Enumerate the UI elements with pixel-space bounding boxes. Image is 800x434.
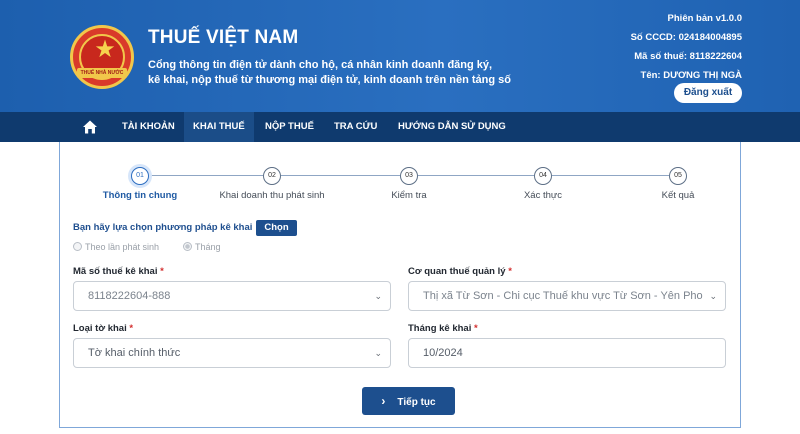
declaration-panel: 01 02 03 04 05 Thông tin chung Khai doan…	[59, 142, 741, 428]
chevron-down-icon: ⌄	[709, 291, 717, 301]
period-label-text: Tháng kê khai	[408, 323, 472, 334]
declaration-type-value: Tờ khai chính thức	[88, 347, 181, 359]
step-1-circle: 01	[131, 167, 149, 185]
nav-item-nop-thue[interactable]: NỘP THUẾ	[256, 112, 323, 142]
site-title: THUẾ VIỆT NAM	[148, 27, 299, 48]
site-description-line-2: kê khai, nộp thuế từ thương mại điện tử,…	[148, 74, 511, 86]
nav-item-huong-dan[interactable]: HƯỚNG DẪN SỬ DỤNG	[389, 112, 515, 142]
cccd-text: Số CCCD: 024184004895	[630, 32, 742, 43]
step-5-label: Kết quả	[661, 190, 695, 201]
authority-value: Thị xã Từ Sơn - Chi cục Thuế khu vực Từ …	[423, 290, 703, 302]
continue-button[interactable]: › Tiếp tục	[362, 387, 455, 415]
required-mark: *	[508, 266, 512, 277]
user-info: Phiên bản v1.0.0 Số CCCD: 024184004895 M…	[631, 9, 742, 85]
authority-select[interactable]: Thị xã Từ Sơn - Chi cục Thuế khu vực Từ …	[408, 281, 726, 311]
declaration-type-label-text: Loại tờ khai	[73, 323, 127, 334]
step-connector	[149, 175, 263, 176]
period-input[interactable]: 10/2024	[408, 338, 726, 368]
radio-dot	[73, 242, 82, 251]
site-description: Cổng thông tin điện tử dành cho hộ, cá n…	[148, 58, 528, 88]
required-mark: *	[129, 323, 134, 334]
tax-code-select[interactable]: 8118222604-888 ⌄	[73, 281, 391, 311]
step-3-circle: 03	[400, 167, 418, 185]
version-text: Phiên bản v1.0.0	[667, 13, 742, 24]
emblem-band: THUẾ NHÀ NƯỚC	[77, 68, 127, 78]
radio-monthly[interactable]: Tháng	[183, 242, 221, 252]
tax-code-value: 8118222604-888	[88, 290, 171, 302]
choose-method-button[interactable]: Chọn	[256, 220, 297, 236]
step-1-label: Thông tin chung	[102, 190, 178, 201]
nav-item-tra-cuu[interactable]: TRA CỨU	[325, 112, 386, 142]
declaration-type-label: Loại tờ khai *	[73, 323, 133, 334]
step-4-label: Xác thực	[523, 190, 563, 201]
radio-label: Theo lần phát sinh	[85, 242, 160, 252]
radio-label: Tháng	[195, 242, 221, 252]
radio-dot-selected	[183, 242, 192, 251]
site-description-line-1: Cổng thông tin điện tử dành cho hộ, cá n…	[148, 59, 493, 71]
required-mark: *	[474, 323, 478, 334]
chevron-right-icon: ›	[381, 394, 386, 408]
home-icon[interactable]	[82, 119, 98, 135]
step-4-circle: 04	[534, 167, 552, 185]
step-5-circle: 05	[669, 167, 687, 185]
step-2-label: Khai doanh thu phát sinh	[219, 190, 325, 201]
chevron-down-icon: ⌄	[374, 291, 382, 301]
required-mark: *	[160, 266, 164, 277]
page: ★ THUẾ NHÀ NƯỚC THUẾ VIỆT NAM Cổng thông…	[0, 0, 800, 434]
authority-label: Cơ quan thuế quản lý *	[408, 266, 512, 277]
site-header: ★ THUẾ NHÀ NƯỚC THUẾ VIỆT NAM Cổng thông…	[0, 0, 800, 112]
method-prompt: Bạn hãy lựa chọn phương pháp kê khai	[73, 222, 253, 233]
tax-code-label: Mã số thuế kê khai *	[73, 266, 164, 277]
nav-item-khai-thue[interactable]: KHAI THUẾ	[184, 112, 254, 142]
authority-label-text: Cơ quan thuế quản lý	[408, 266, 506, 277]
radio-per-occurrence[interactable]: Theo lần phát sinh	[73, 242, 159, 252]
step-3-label: Kiểm tra	[391, 190, 427, 201]
declaration-type-select[interactable]: Tờ khai chính thức ⌄	[73, 338, 391, 368]
tax-code-text: Mã số thuế: 8118222604	[634, 51, 742, 62]
tax-code-label-text: Mã số thuế kê khai	[73, 266, 158, 277]
nav-item-tai-khoan[interactable]: TÀI KHOẢN	[113, 112, 184, 142]
continue-label: Tiếp tục	[397, 397, 436, 408]
chevron-down-icon: ⌄	[374, 348, 382, 358]
star-icon: ★	[94, 36, 116, 63]
step-connector	[552, 175, 669, 176]
main-nav: TÀI KHOẢN KHAI THUẾ NỘP THUẾ TRA CỨU HƯỚ…	[0, 112, 800, 142]
step-connector	[418, 175, 534, 176]
logout-button[interactable]: Đăng xuất	[674, 83, 742, 103]
step-connector	[281, 175, 400, 176]
step-2-circle: 02	[263, 167, 281, 185]
period-value: 10/2024	[423, 347, 463, 359]
tax-emblem-logo: ★ THUẾ NHÀ NƯỚC	[70, 25, 134, 89]
period-label: Tháng kê khai *	[408, 323, 478, 334]
